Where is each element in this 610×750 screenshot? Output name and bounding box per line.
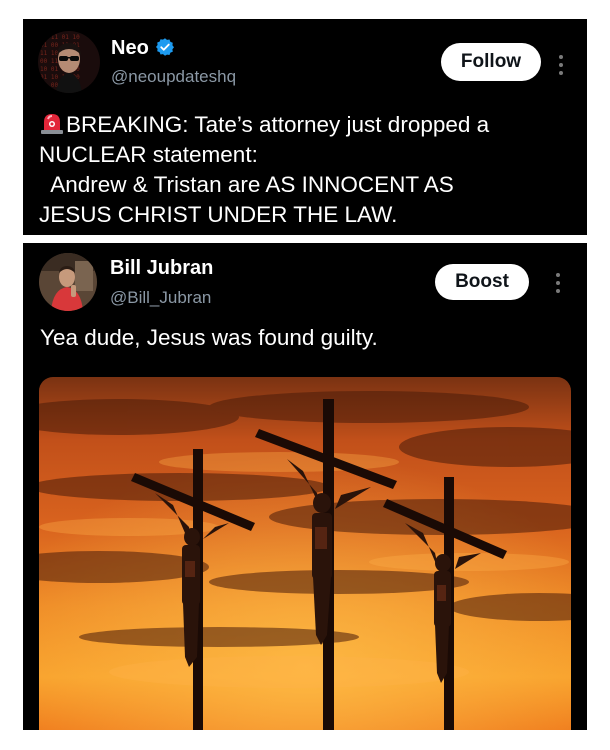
tweet-line-1: BREAKING: Tate’s attorney just dropped a: [39, 110, 579, 140]
tweet-line-4: JESUS CHRIST UNDER THE LAW.: [39, 202, 398, 227]
avatar-bill[interactable]: [39, 253, 97, 311]
more-options-icon[interactable]: [556, 273, 560, 297]
boost-button[interactable]: Boost: [435, 264, 529, 300]
three-crosses-sunset-image[interactable]: [39, 377, 571, 730]
follow-button[interactable]: Follow: [441, 43, 541, 81]
tweet-line-3: Andrew & Tristan are AS INNOCENT AS: [39, 172, 454, 197]
crucifixion-scene: [39, 377, 571, 730]
bill-avatar-image: [39, 253, 97, 311]
avatar-neo[interactable]: 10 11 01 10 01 00 11 01 11 10 01 00 00 1…: [38, 31, 100, 93]
svg-text:10 11 01 10: 10 11 01 10: [40, 34, 80, 41]
tweet-line-1-text: BREAKING: Tate’s attorney just dropped a: [66, 112, 490, 137]
author-name[interactable]: Bill Jubran: [110, 257, 213, 280]
tweet-text: Yea dude, Jesus was found guilty.: [40, 325, 378, 350]
more-options-icon[interactable]: [559, 55, 563, 79]
author-handle[interactable]: @neoupdateshq: [111, 67, 236, 87]
siren-emoji-icon: [41, 114, 63, 134]
author-name[interactable]: Neo: [111, 37, 175, 60]
tweet-card-neo: 10 11 01 10 01 00 11 01 11 10 01 00 00 1…: [23, 19, 587, 235]
author-name-text: Neo: [111, 37, 149, 59]
tweet-card-bill: Bill Jubran @Bill_Jubran Boost Yea dude,…: [23, 243, 587, 730]
tweet-text: BREAKING: Tate’s attorney just dropped a…: [39, 110, 579, 230]
verified-badge-icon: [155, 38, 174, 56]
tweet-line-2: NUCLEAR statement:: [39, 142, 258, 167]
author-handle[interactable]: @Bill_Jubran: [110, 288, 211, 308]
neo-avatar-image: 10 11 01 10 01 00 11 01 11 10 01 00 00 1…: [38, 31, 100, 93]
